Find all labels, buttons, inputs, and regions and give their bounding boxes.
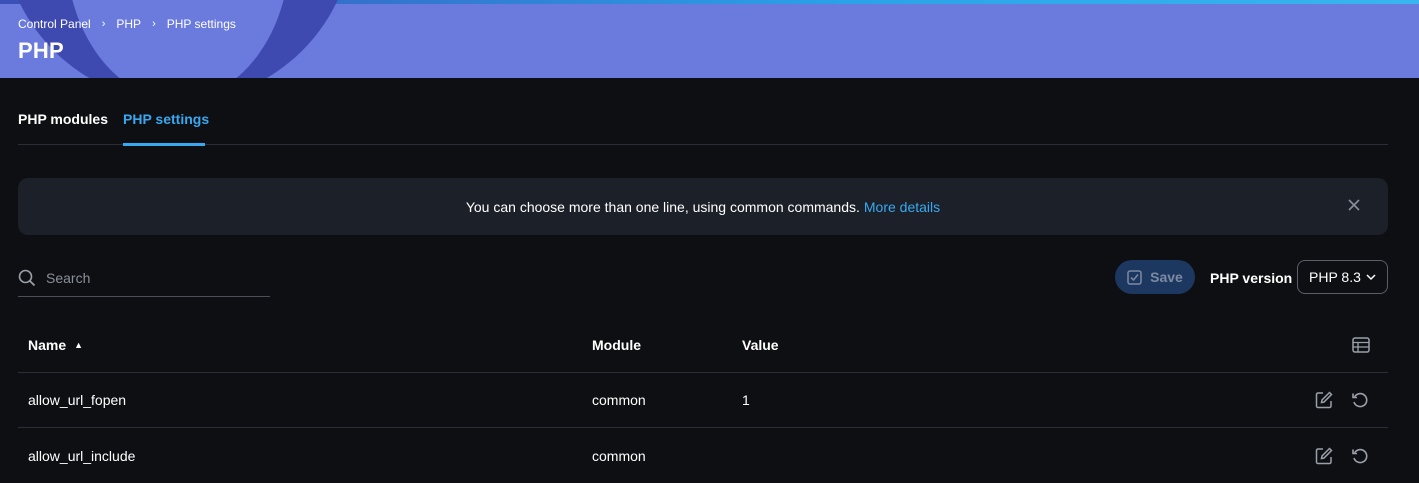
column-header-module[interactable]: Module bbox=[592, 317, 641, 372]
row-module: common bbox=[592, 447, 646, 464]
page-title: PHP bbox=[18, 38, 64, 63]
search-box bbox=[18, 260, 270, 297]
save-label: Save bbox=[1150, 269, 1183, 285]
save-button[interactable]: Save bbox=[1115, 260, 1195, 294]
breadcrumb-item-php-settings: PHP settings bbox=[166, 17, 236, 31]
settings-table: Name ▲ Module Value allow_url_fopen comm… bbox=[18, 317, 1388, 483]
row-actions bbox=[1298, 428, 1370, 483]
table-header: Name ▲ Module Value bbox=[18, 317, 1388, 373]
edit-icon[interactable] bbox=[1314, 390, 1334, 410]
breadcrumb-item-php[interactable]: PHP bbox=[116, 17, 141, 31]
info-banner: You can choose more than one line, using… bbox=[18, 178, 1388, 235]
php-version-value: PHP 8.3 bbox=[1309, 269, 1361, 285]
row-value: 1 bbox=[742, 392, 750, 408]
check-square-icon bbox=[1127, 269, 1142, 285]
chevron-right-icon: › bbox=[101, 18, 106, 30]
search-input[interactable] bbox=[46, 270, 246, 286]
tab-php-settings[interactable]: PHP settings bbox=[123, 111, 209, 127]
table-columns-icon[interactable] bbox=[1352, 317, 1370, 372]
breadcrumb: Control Panel › PHP › PHP settings bbox=[18, 16, 236, 32]
breadcrumb-item-control-panel[interactable]: Control Panel bbox=[18, 17, 91, 31]
tab-bar: PHP modules PHP settings bbox=[18, 96, 1388, 146]
tab-php-modules[interactable]: PHP modules bbox=[18, 111, 108, 127]
php-version-select[interactable]: PHP 8.3 bbox=[1297, 260, 1388, 294]
php-version-label: PHP version bbox=[1210, 270, 1293, 286]
search-icon bbox=[18, 269, 36, 287]
row-name: allow_url_include bbox=[28, 447, 136, 464]
table-row[interactable]: allow_url_fopen common 1 bbox=[18, 373, 1388, 428]
active-tab-indicator bbox=[123, 143, 205, 146]
page-header: Control Panel › PHP › PHP settings PHP bbox=[0, 0, 1419, 78]
reset-icon[interactable] bbox=[1350, 446, 1370, 466]
column-header-name[interactable]: Name ▲ bbox=[28, 317, 83, 372]
row-name: allow_url_fopen bbox=[28, 392, 127, 408]
close-icon[interactable] bbox=[1346, 197, 1362, 213]
row-actions bbox=[1298, 373, 1370, 427]
edit-icon[interactable] bbox=[1314, 446, 1334, 466]
banner-text: You can choose more than one line, using… bbox=[465, 198, 860, 215]
row-module: common bbox=[592, 392, 646, 408]
chevron-right-icon: › bbox=[152, 18, 156, 30]
sort-ascending-icon: ▲ bbox=[74, 339, 84, 350]
reset-icon[interactable] bbox=[1350, 390, 1370, 410]
column-header-value[interactable]: Value bbox=[742, 317, 779, 372]
table-row[interactable]: allow_url_include common bbox=[18, 428, 1388, 483]
chevron-down-icon bbox=[1366, 274, 1376, 281]
more-details-link[interactable]: More details bbox=[864, 199, 940, 215]
